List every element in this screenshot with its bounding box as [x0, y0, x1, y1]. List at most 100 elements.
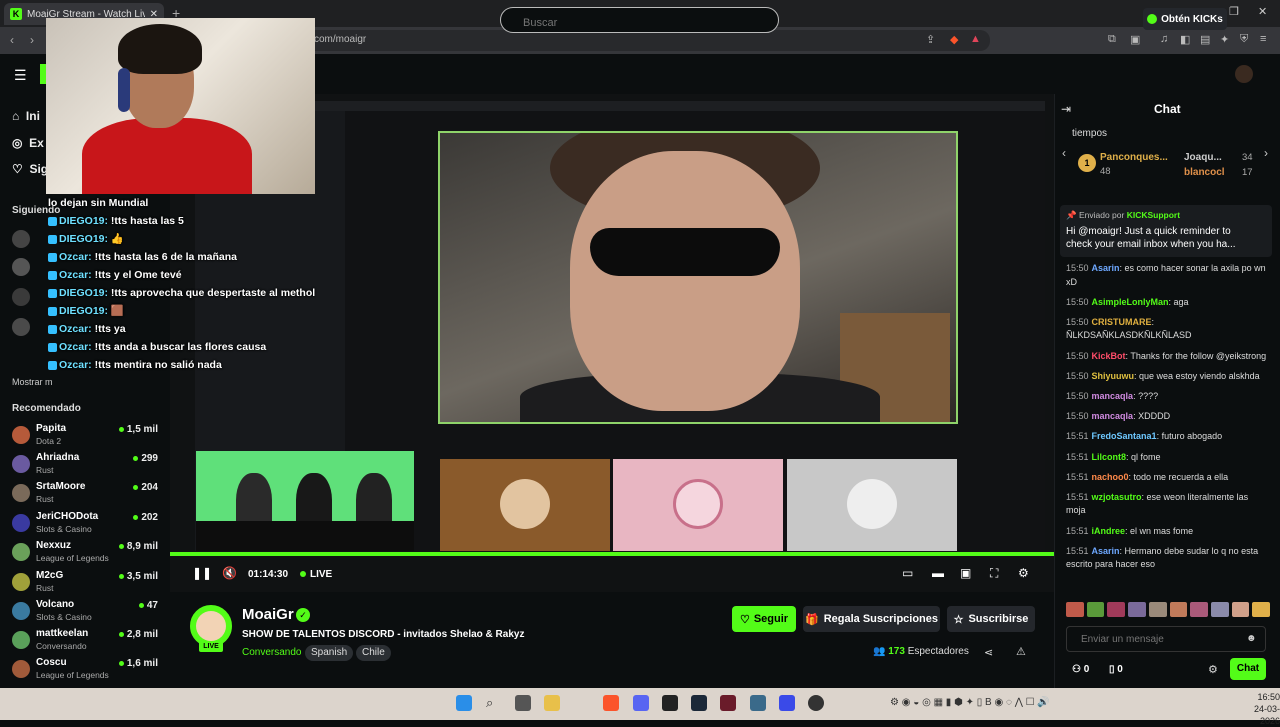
brave-rewards-icon[interactable]: ▲ — [970, 33, 981, 45]
theater-mode-icon[interactable]: ▬ — [932, 566, 944, 580]
system-tray-icons[interactable]: ⚙ ◉ ◒ ◎ ▦ ▮ ⬢ ✦ ▯ B ◉ ◌ ⋀ ☐ 🔊 — [890, 697, 1050, 708]
settings-gear-icon[interactable]: ⚙ — [1018, 566, 1029, 580]
recommended-channel[interactable]: mattkeelan Conversando 2,8 mil — [12, 627, 162, 655]
sidebar-toggle-icon[interactable]: ◧ — [1180, 33, 1190, 46]
emote-icon[interactable] — [1086, 602, 1105, 617]
emote-icon[interactable] — [1231, 602, 1250, 617]
chat-user[interactable]: iAndree — [1092, 526, 1126, 536]
following-avatar[interactable] — [12, 230, 30, 248]
app-icon[interactable] — [750, 695, 766, 711]
file-explorer-icon[interactable] — [544, 695, 560, 711]
search-input[interactable] — [500, 7, 779, 33]
recommended-channel[interactable]: Coscu League of Legends 1,6 mil — [12, 656, 162, 684]
extensions-icon[interactable]: ⧉ — [1108, 33, 1116, 46]
address-bar[interactable]: com/moaigr — [300, 30, 990, 51]
recommended-channel[interactable]: Ahriadna Rust 299 — [12, 451, 162, 479]
app-icon[interactable] — [779, 695, 795, 711]
collapse-chat-icon[interactable]: ⇥ — [1061, 102, 1071, 116]
fullscreen-icon[interactable]: ⛶ — [990, 566, 998, 581]
recommended-channel[interactable]: SrtaMoore Rust 204 — [12, 480, 162, 508]
clip-icon[interactable]: ▭ — [902, 566, 913, 580]
start-icon[interactable] — [456, 695, 472, 711]
share-page-icon[interactable]: ⇪ — [926, 33, 935, 46]
chat-user[interactable]: nachoo0 — [1092, 472, 1129, 482]
get-kicks-button[interactable]: Obtén KICKs — [1143, 8, 1227, 30]
follow-button[interactable]: ♡ Seguir — [732, 606, 796, 632]
chat-user[interactable]: AsimpleLonlyMan — [1092, 297, 1169, 307]
emote-icon[interactable] — [1169, 602, 1188, 617]
recommended-channel[interactable]: JeriCHODota Slots & Casino 202 — [12, 510, 162, 538]
forward-icon[interactable]: › — [30, 33, 34, 47]
following-avatar[interactable] — [12, 258, 30, 276]
playback-progress-bar[interactable] — [170, 552, 1054, 556]
steam-icon[interactable] — [691, 695, 707, 711]
emote-icon[interactable] — [1066, 602, 1084, 617]
user-avatar[interactable] — [1235, 65, 1253, 83]
hamburger-menu-icon[interactable]: ☰ — [14, 67, 27, 84]
epic-games-icon[interactable] — [662, 695, 678, 711]
capcut-icon[interactable] — [720, 695, 736, 711]
nav-following[interactable]: ♡ Sig — [12, 162, 48, 176]
brave-shield-icon[interactable]: ◆ — [950, 33, 958, 46]
share-icon[interactable]: ⋖ — [984, 646, 993, 659]
recommended-channel[interactable]: Papita Dota 2 1,5 mil — [12, 422, 162, 450]
emote-icon[interactable] — [1107, 602, 1126, 617]
reader-icon[interactable]: ▣ — [1130, 33, 1140, 46]
brave-icon[interactable] — [603, 695, 619, 711]
emote-icon[interactable] — [1190, 602, 1208, 617]
show-more-link[interactable]: Mostrar m — [12, 377, 53, 387]
chat-user[interactable]: mancaqla — [1092, 391, 1134, 401]
pip-icon[interactable]: ▣ — [960, 566, 971, 580]
chat-user[interactable]: Asarin — [1092, 546, 1120, 556]
menu-icon[interactable]: ≡ — [1260, 33, 1266, 45]
window-close-icon[interactable]: ✕ — [1258, 5, 1267, 18]
leo-icon[interactable]: ✦ — [1220, 33, 1229, 46]
gift-subs-button[interactable]: 🎁 Regala Suscripciones — [803, 606, 940, 632]
stream-category[interactable]: Conversando — [242, 647, 301, 658]
channel-name[interactable]: MoaiGr — [242, 606, 294, 623]
following-avatar[interactable] — [12, 288, 30, 306]
recommended-channel[interactable]: M2cG Rust 3,5 mil — [12, 569, 162, 597]
task-view-icon[interactable] — [515, 695, 531, 711]
following-avatar[interactable] — [12, 318, 30, 336]
tag-country[interactable]: Chile — [356, 645, 391, 661]
recommended-channel[interactable]: Volcano Slots & Casino 47 — [12, 598, 162, 626]
nav-home[interactable]: ⌂ Ini — [12, 109, 40, 123]
chat-message-input[interactable] — [1066, 626, 1266, 652]
obs-icon[interactable] — [808, 695, 824, 711]
emote-icon[interactable] — [1148, 602, 1167, 617]
chat-user[interactable]: Asarin — [1092, 263, 1120, 273]
mute-icon[interactable]: 🔇 — [222, 566, 237, 580]
next-icon[interactable]: › — [1264, 146, 1268, 160]
report-icon[interactable]: ⚠ — [1016, 645, 1026, 658]
chat-user[interactable]: CRISTUMARE — [1092, 317, 1152, 327]
emote-icon[interactable] — [1128, 602, 1146, 617]
prev-icon[interactable]: ‹ — [1062, 146, 1066, 160]
chat-settings-icon[interactable]: ⚙ — [1208, 663, 1218, 676]
discord-icon[interactable] — [633, 695, 649, 711]
pause-icon[interactable]: ❚❚ — [192, 566, 212, 580]
chat-user[interactable]: mancaqla — [1092, 411, 1134, 421]
wallet-icon[interactable]: ▤ — [1200, 33, 1210, 46]
chat-user[interactable]: Shiyuuwu — [1092, 371, 1135, 381]
vpn-icon[interactable]: ⛨ — [1240, 33, 1248, 46]
subscribe-button[interactable]: ☆ Suscribirse — [947, 606, 1035, 632]
nav-explore[interactable]: ◎ Ex — [12, 136, 44, 150]
tag-language[interactable]: Spanish — [305, 645, 354, 661]
maximize-icon[interactable]: ❐ — [1229, 5, 1239, 18]
emote-icon[interactable] — [1252, 602, 1271, 617]
back-icon[interactable]: ‹ — [10, 33, 14, 47]
taskbar-clock[interactable]: 16:50 24-03-2026 — [1234, 691, 1280, 727]
chat-user[interactable]: wzjotasutro — [1092, 492, 1142, 502]
chat-user[interactable]: FredoSantana1 — [1092, 431, 1157, 441]
emote-icon[interactable] — [1210, 602, 1229, 617]
recommended-channel[interactable]: Nexxuz League of Legends 8,9 mil — [12, 539, 162, 567]
chat-user[interactable]: KickBot — [1092, 351, 1126, 361]
emoji-icon[interactable]: ☻ — [1246, 633, 1257, 644]
media-icon[interactable]: ♫ — [1160, 33, 1168, 45]
channel-points[interactable]: ⚇ 0 — [1072, 664, 1089, 675]
search-icon[interactable]: ⌕ — [486, 695, 502, 711]
send-chat-button[interactable]: Chat — [1230, 658, 1266, 680]
kicks-balance[interactable]: ▯ 0 — [1109, 664, 1123, 675]
chat-user[interactable]: Lilcont8 — [1092, 452, 1127, 462]
